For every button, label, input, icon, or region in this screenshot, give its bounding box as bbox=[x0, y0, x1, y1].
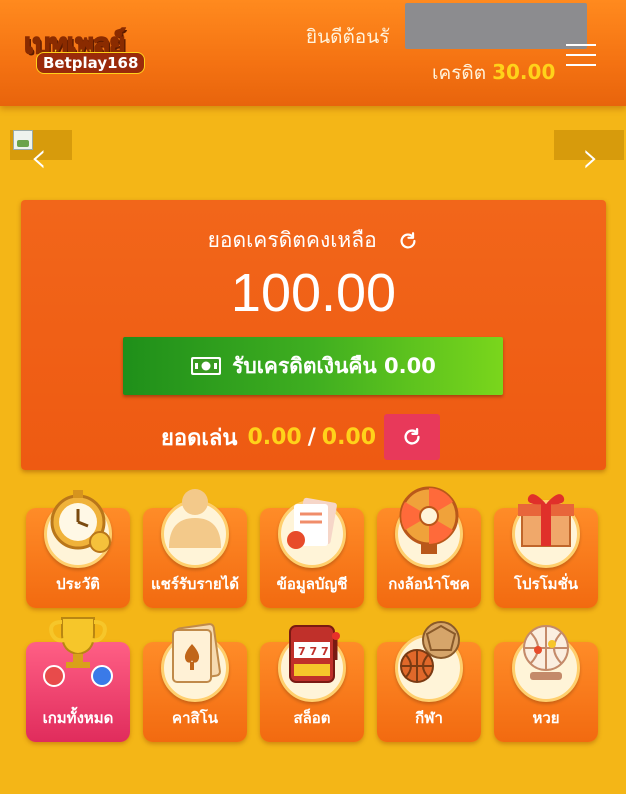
card-icon bbox=[172, 623, 221, 683]
hamburger-menu-icon[interactable] bbox=[562, 42, 600, 70]
chevron-left-icon[interactable]: ‹ bbox=[30, 136, 48, 180]
menu-label: แชร์รับรายได้ bbox=[150, 575, 240, 593]
cashback-label: รับเครดิตเงินคืน 0.00 bbox=[232, 353, 436, 378]
top-header: เบทเพลย์ Betplay168 ยินดีต้อนรั เครดิต 30… bbox=[0, 0, 626, 106]
menu-tile-lucky-wheel[interactable]: กงล้อนำโชค bbox=[377, 486, 481, 608]
turnover-row: ยอดเล่น 0.00 / 0.00 bbox=[161, 414, 441, 460]
user-icon bbox=[169, 489, 221, 548]
menu-tile-all-games[interactable]: เกมทั้งหมด bbox=[26, 617, 130, 742]
slot-machine-icon: 7 7 7 bbox=[289, 625, 340, 683]
turnover-target: 0.00 bbox=[321, 424, 377, 450]
cashback-button[interactable]: รับเครดิตเงินคืน 0.00 bbox=[123, 337, 503, 395]
balance-title: ยอดเครดิตคงเหลือ bbox=[207, 228, 377, 252]
menu-label: คาสิโน bbox=[172, 709, 218, 727]
menu-tile-sports[interactable]: กีฬา bbox=[377, 621, 481, 742]
menu-tile-account[interactable]: ข้อมูลบัญชี bbox=[260, 497, 364, 608]
menu-label: สล็อต bbox=[293, 709, 331, 727]
account-docs-icon bbox=[287, 497, 337, 549]
sports-ball-icon bbox=[400, 621, 460, 683]
trophy-icon bbox=[43, 617, 113, 687]
menu-tile-promotion[interactable]: โปรโมชั่น bbox=[494, 494, 598, 608]
turnover-refresh-button[interactable] bbox=[384, 414, 441, 460]
turnover-separator: / bbox=[307, 424, 316, 450]
credit-label: เครดิต bbox=[432, 62, 487, 84]
gift-icon bbox=[518, 494, 574, 547]
welcome-text: ยินดีต้อนรั bbox=[306, 26, 390, 48]
chevron-right-icon[interactable]: › bbox=[582, 136, 600, 180]
menu-tile-slots[interactable]: 7 7 7 สล็อต bbox=[260, 625, 364, 742]
menu-label: กงล้อนำโชค bbox=[388, 575, 470, 593]
menu-tile-history[interactable]: ประวัติ bbox=[26, 490, 130, 608]
site-logo[interactable]: เบทเพลย์ Betplay168 bbox=[22, 20, 172, 80]
menu-label: กีฬา bbox=[415, 709, 443, 727]
menu-tile-affiliate[interactable]: แชร์รับรายได้ bbox=[143, 489, 247, 608]
menu-label: เกมทั้งหมด bbox=[42, 709, 114, 727]
refresh-icon bbox=[404, 428, 420, 445]
menu-tile-lottery[interactable]: หวย bbox=[494, 625, 598, 742]
balance-title-row: ยอดเครดิตคงเหลือ bbox=[21, 224, 606, 257]
banner-carousel bbox=[0, 106, 626, 196]
turnover-current: 0.00 bbox=[247, 424, 302, 450]
menu-label: ประวัติ bbox=[56, 575, 100, 593]
lottery-icon bbox=[523, 625, 569, 680]
money-icon bbox=[191, 357, 222, 375]
refresh-icon[interactable] bbox=[397, 230, 419, 252]
clock-icon bbox=[50, 490, 111, 553]
turnover-label: ยอดเล่น bbox=[161, 425, 238, 451]
balance-card: ยอดเครดิตคงเหลือ 100.00 รับเครดิตเงินคืน… bbox=[21, 200, 606, 470]
wheel-icon bbox=[399, 486, 459, 554]
menu-label: ข้อมูลบัญชี bbox=[276, 575, 348, 593]
credit-value: 30.00 bbox=[492, 60, 556, 84]
menu-label: โปรโมชั่น bbox=[513, 575, 578, 593]
menu-label: หวย bbox=[532, 709, 560, 727]
svg-text:7 7 7: 7 7 7 bbox=[298, 645, 329, 658]
credit-display: เครดิต 30.00 bbox=[432, 58, 555, 88]
menu-tile-casino[interactable]: คาสิโน bbox=[143, 623, 247, 742]
logo-brand-text: Betplay168 bbox=[36, 52, 146, 74]
balance-amount: 100.00 bbox=[230, 263, 397, 323]
username-redacted bbox=[405, 3, 587, 49]
